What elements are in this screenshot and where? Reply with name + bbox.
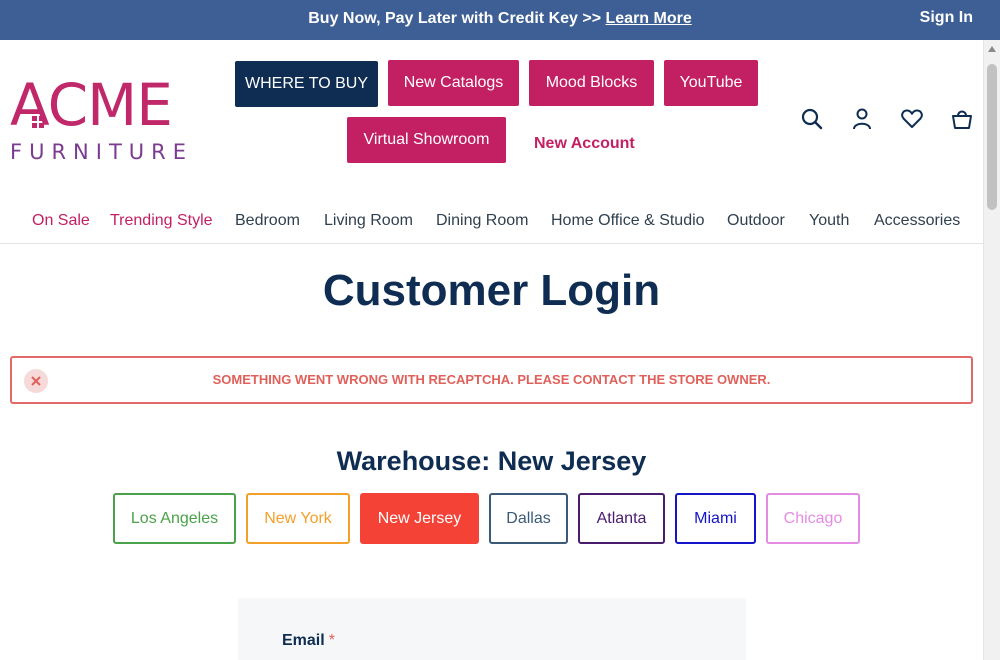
scroll-thumb[interactable] <box>987 64 997 210</box>
warehouse-atlanta-button[interactable]: Atlanta <box>578 493 665 544</box>
new-account-link[interactable]: New Account <box>534 135 635 153</box>
nav-youth[interactable]: Youth <box>809 212 849 230</box>
page: Buy Now, Pay Later with Credit Key >> Le… <box>0 0 1000 660</box>
nav-outdoor[interactable]: Outdoor <box>727 212 785 230</box>
nav-dining-room[interactable]: Dining Room <box>436 212 528 230</box>
logo-subtitle: FURNITURE <box>10 140 194 164</box>
where-to-buy-button[interactable]: WHERE TO BUY <box>235 61 378 107</box>
page-scrollbar[interactable] <box>983 40 1000 660</box>
nav-bedroom[interactable]: Bedroom <box>235 212 300 230</box>
promo-bar: Buy Now, Pay Later with Credit Key >> Le… <box>0 0 1000 40</box>
search-icon[interactable] <box>799 106 825 132</box>
error-message: SOMETHING WENT WRONG WITH RECAPTCHA. PLE… <box>10 356 973 404</box>
warehouse-miami-button[interactable]: Miami <box>675 493 756 544</box>
login-form: Email * <box>238 598 746 660</box>
account-icon[interactable] <box>849 106 875 132</box>
email-label: Email * <box>282 632 335 650</box>
nav-living-room[interactable]: Living Room <box>324 212 413 230</box>
promo-message: Buy Now, Pay Later with Credit Key >> <box>308 10 606 27</box>
required-mark: * <box>328 632 335 649</box>
heart-icon[interactable] <box>899 106 925 132</box>
bag-icon[interactable] <box>949 106 975 132</box>
email-label-text: Email <box>282 632 325 649</box>
warehouse-los-angeles-button[interactable]: Los Angeles <box>113 493 236 544</box>
error-text: SOMETHING WENT WRONG WITH RECAPTCHA. PLE… <box>212 372 771 387</box>
logo-window-icon <box>32 116 44 128</box>
new-catalogs-button[interactable]: New Catalogs <box>388 60 519 106</box>
virtual-showroom-button[interactable]: Virtual Showroom <box>347 117 506 163</box>
learn-more-link[interactable]: Learn More <box>606 10 692 27</box>
warehouse-title: Warehouse: New Jersey <box>336 446 647 476</box>
warehouse-chicago-button[interactable]: Chicago <box>766 493 860 544</box>
warehouse-new-jersey-button[interactable]: New Jersey <box>360 493 479 544</box>
nav-on-sale[interactable]: On Sale <box>32 212 90 230</box>
acme-logo[interactable]: ACME FURNITURE <box>10 76 205 168</box>
mood-blocks-button[interactable]: Mood Blocks <box>529 60 654 106</box>
youtube-button[interactable]: YouTube <box>664 60 758 106</box>
page-title: Customer Login <box>322 266 661 315</box>
scroll-up-arrow-icon[interactable] <box>988 46 996 52</box>
sign-in-link[interactable]: Sign In <box>920 9 973 27</box>
promo-text: Buy Now, Pay Later with Credit Key >> Le… <box>0 10 1000 28</box>
main-nav: On Sale Trending Style Bedroom Living Ro… <box>0 200 983 244</box>
warehouse-new-york-button[interactable]: New York <box>246 493 350 544</box>
nav-trending-style[interactable]: Trending Style <box>110 212 213 230</box>
nav-home-office-studio[interactable]: Home Office & Studio <box>551 212 705 230</box>
nav-accessories[interactable]: Accessories <box>874 212 960 230</box>
warehouse-dallas-button[interactable]: Dallas <box>489 493 568 544</box>
